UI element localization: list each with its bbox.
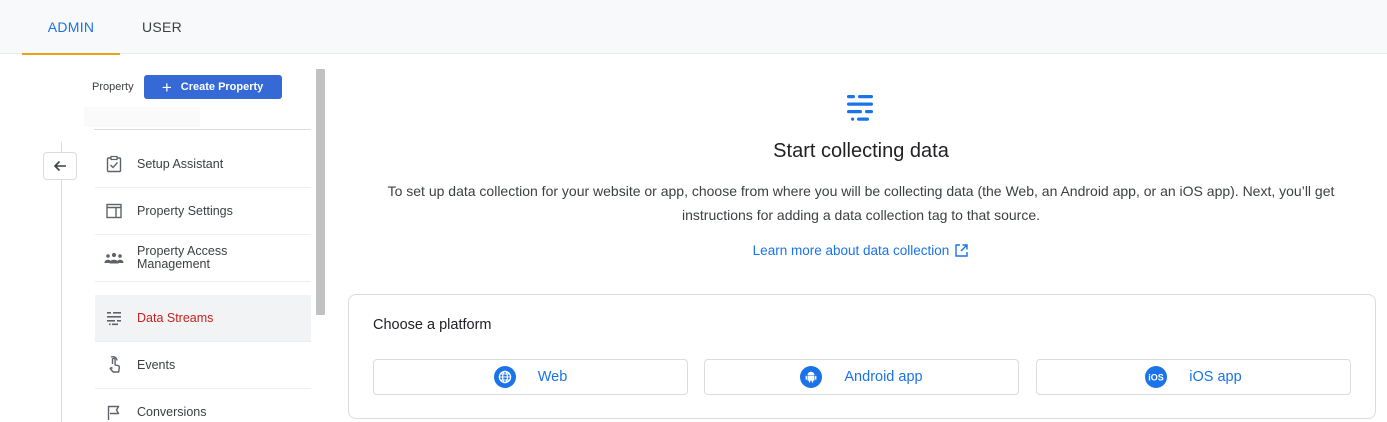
top-tab-bar: ADMIN USER [0,0,1387,55]
learn-more-label: Learn more about data collection [752,243,950,258]
sidebar-item-events[interactable]: Events [95,342,311,389]
divider [94,129,311,130]
external-link-icon [955,244,969,257]
ios-label: iOS app [1189,369,1242,385]
nav-rail-line [61,142,62,422]
sidebar-item-conversions[interactable]: Conversions [95,389,311,422]
property-selector[interactable] [84,107,200,127]
create-property-label: Create Property [180,81,264,93]
people-icon [103,247,125,269]
touch-icon [103,354,125,376]
android-platform-button[interactable]: Android app [704,359,1019,395]
back-button[interactable] [43,152,77,180]
choose-platform-heading: Choose a platform [373,317,492,333]
sidebar-item-data-streams[interactable]: Data Streams [95,295,311,342]
window-icon [103,200,125,222]
sidebar-item-setup-assistant[interactable]: Setup Assistant [95,141,311,188]
page-title: Start collecting data [773,140,949,162]
sidebar-item-property-settings[interactable]: Property Settings [95,188,311,235]
ios-icon-text: iOS [1149,373,1165,383]
sidebar-item-property-access-management[interactable]: Property Access Management [95,235,311,282]
data-streams-icon [103,307,125,329]
data-streams-content: Start collecting data To set up data col… [346,55,1376,422]
description-text: To set up data collection for your websi… [387,183,1335,223]
clipboard-check-icon [103,153,125,175]
property-label: Property [92,81,134,93]
flag-icon [103,402,125,422]
sidebar-item-label: Data Streams [137,310,214,325]
sidebar-scrollbar[interactable] [316,69,325,315]
tab-user[interactable]: USER [130,0,194,54]
android-label: Android app [844,369,923,385]
learn-more-link[interactable]: Learn more about data collection [346,243,1376,258]
android-icon [800,366,823,388]
admin-sidebar: Property + Create Property Setup Assista… [0,55,330,422]
sidebar-item-label: Property Access Management [137,244,228,271]
sidebar-item-label: Property Settings [137,203,233,218]
globe-icon [493,366,516,388]
platform-card: Choose a platform Web Android app iOS iO… [348,294,1376,419]
sidebar-item-label: Setup Assistant [137,156,224,171]
sidebar-item-label: Events [137,357,176,372]
ios-platform-button[interactable]: iOS iOS app [1036,359,1351,395]
sidebar-item-label: Conversions [137,405,207,419]
web-label: Web [537,369,568,385]
property-header: Property + Create Property [92,75,282,99]
ios-icon: iOS [1145,366,1168,388]
create-property-button[interactable]: + Create Property [143,75,282,99]
tab-admin[interactable]: ADMIN [22,0,120,55]
arrow-left-icon [53,160,66,172]
data-streams-icon [847,95,873,121]
web-platform-button[interactable]: Web [373,359,688,395]
plus-icon: + [161,77,172,97]
